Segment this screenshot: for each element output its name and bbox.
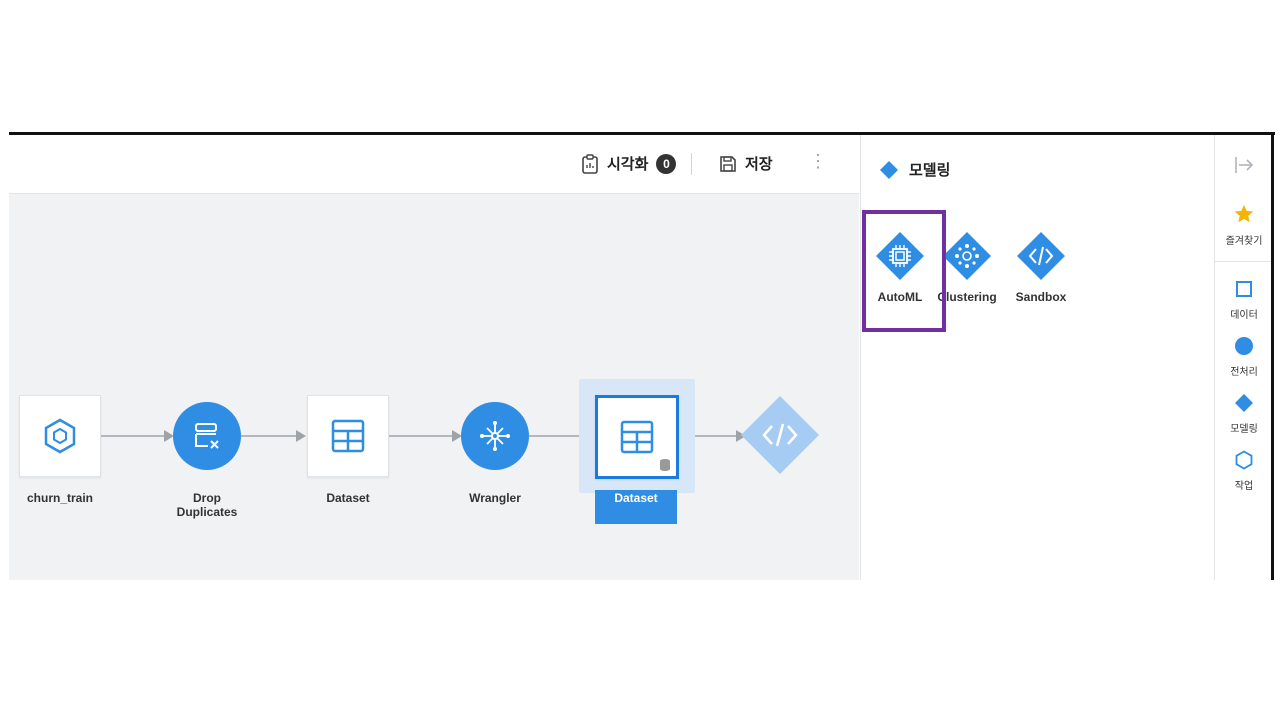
table-icon: [331, 419, 365, 453]
save-label: 저장: [745, 156, 773, 173]
toolbar-divider: [691, 153, 692, 175]
pipeline-edge: [241, 435, 301, 437]
rail-label: 즐겨찾기: [1225, 236, 1263, 247]
window-border-right: [1271, 132, 1274, 580]
drop-duplicates-icon: [195, 423, 219, 449]
clipboard-icon: [582, 153, 598, 174]
square-icon: [1236, 281, 1252, 297]
visualize-button[interactable]: 시각화 0: [581, 153, 677, 174]
diamond-icon: [1235, 394, 1253, 412]
pipeline-canvas[interactable]: churn_train Drop Duplicates Dataset Wran…: [9, 194, 859, 580]
more-options-icon[interactable]: ⋮: [809, 151, 827, 172]
hexagon-icon: [1235, 450, 1253, 470]
rail-favorites[interactable]: 즐겨찾기: [1215, 203, 1273, 247]
rail-label: 전처리: [1230, 367, 1258, 378]
visualize-count-badge: 0: [656, 153, 677, 174]
rail-label: 작업: [1234, 481, 1254, 492]
tool-sandbox[interactable]: Sandbox: [1006, 231, 1076, 304]
table-db-icon: [620, 420, 654, 454]
panel-title: 모델링: [879, 159, 950, 180]
wrangler-icon: [480, 421, 510, 451]
pipeline-node-dataset[interactable]: [307, 395, 389, 477]
rail-modeling[interactable]: 모델링: [1215, 393, 1273, 435]
edge-arrow-icon: [296, 430, 306, 442]
collapse-arrow-icon: [1235, 157, 1254, 173]
modeling-panel: 모델링 AutoML Clustering Sandbox: [860, 135, 1215, 580]
rail-data[interactable]: 데이터: [1215, 279, 1273, 321]
rail-jobs[interactable]: 작업: [1215, 450, 1273, 492]
code-icon: [1017, 232, 1065, 280]
pipeline-node-wrangler[interactable]: [461, 402, 529, 470]
visualize-label: 시각화: [607, 156, 649, 173]
side-rail: 즐겨찾기 데이터 전처리 모델링 작업: [1214, 135, 1277, 580]
node-label: Dataset: [614, 491, 658, 505]
panel-title-text: 모델링: [909, 162, 951, 179]
node-label: Drop Duplicates: [176, 491, 238, 519]
pipeline-edge: [101, 435, 171, 437]
node-label: churn_train: [26, 491, 93, 505]
top-toolbar: 시각화 0 저장 ⋮: [9, 135, 859, 194]
automl-highlight-box: [862, 210, 946, 332]
rail-label: 데이터: [1230, 310, 1258, 321]
database-icon: [660, 459, 670, 471]
rail-preprocessing[interactable]: 전처리: [1215, 336, 1273, 378]
app-window: 시각화 0 저장 ⋮ churn_train Drop Duplicates D…: [9, 132, 1277, 583]
star-icon: [1234, 204, 1254, 223]
save-icon: [720, 155, 736, 172]
pipeline-edge: [388, 435, 458, 437]
pipeline-node-placeholder[interactable]: [739, 394, 821, 476]
diamond-icon: [880, 160, 898, 179]
pipeline-node-drop-duplicates[interactable]: [173, 402, 241, 470]
collapse-panel-button[interactable]: [1215, 155, 1273, 180]
pipeline-node-source[interactable]: [19, 395, 101, 477]
rail-label: 모델링: [1230, 424, 1258, 435]
node-label: Wrangler: [469, 491, 521, 505]
cluster-icon: [943, 232, 991, 280]
circle-icon: [1235, 337, 1253, 355]
hexagon-icon: [44, 418, 76, 454]
pipeline-node-dataset-selected[interactable]: [595, 395, 679, 479]
save-button[interactable]: 저장: [719, 153, 773, 174]
rail-divider: [1215, 261, 1273, 262]
node-label: Dataset: [326, 491, 370, 505]
tool-label: Sandbox: [1015, 290, 1067, 304]
